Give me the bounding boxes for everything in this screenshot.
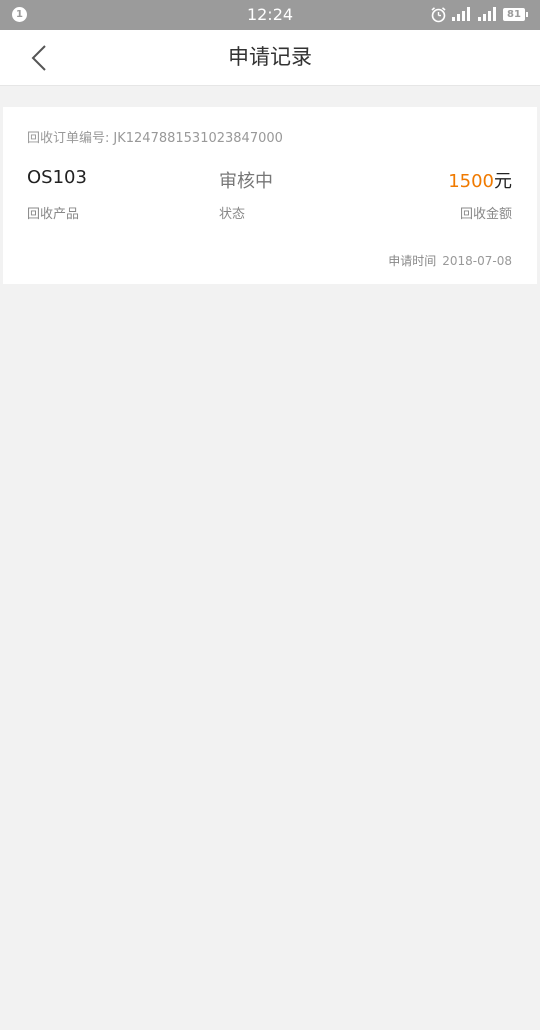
- page-title: 申请记录: [228, 45, 312, 69]
- status-label: 状态: [219, 207, 246, 222]
- product-name: OS103: [27, 167, 87, 188]
- record-card[interactable]: 回收订单编号: JK1247881531023847000 OS103 回收产品 …: [3, 107, 537, 284]
- status-bar: 1 12:24 81: [0, 0, 540, 30]
- amount-value: 1500: [448, 171, 494, 192]
- product-label: 回收产品: [27, 207, 80, 222]
- header: 申请记录: [0, 30, 540, 86]
- status-value: 审核中: [219, 171, 273, 192]
- amount-label: 回收金额: [459, 207, 512, 222]
- apply-time-row: 申请时间 2018-07-08: [388, 252, 512, 269]
- signal-icon: [478, 7, 496, 21]
- signal-icon: [452, 7, 470, 21]
- amount-unit: 元: [494, 171, 512, 192]
- apply-time-value: 2018-07-08: [442, 254, 512, 268]
- alarm-icon: [431, 7, 446, 23]
- battery-icon: 81: [503, 8, 528, 21]
- order-number-label: 回收订单编号:: [27, 131, 110, 146]
- order-number: JK1247881531023847000: [113, 131, 283, 146]
- order-number-row: 回收订单编号: JK1247881531023847000: [27, 127, 287, 146]
- apply-time-label: 申请时间: [388, 254, 437, 268]
- amount: 1500元: [448, 167, 512, 193]
